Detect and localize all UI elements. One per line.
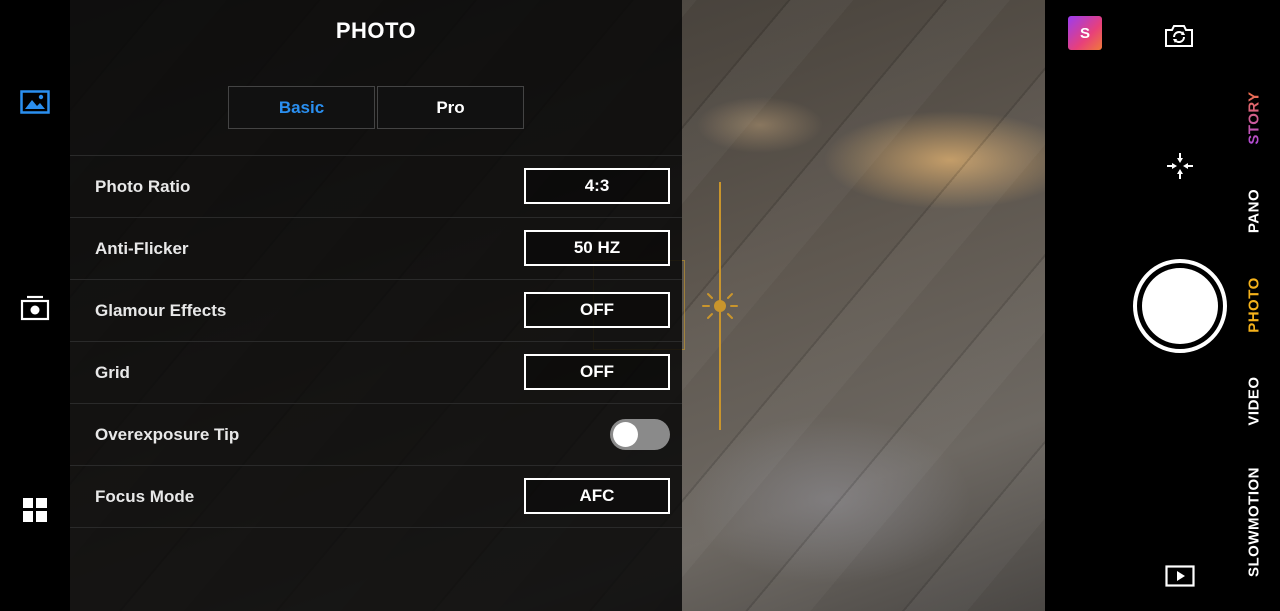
- grid-menu-icon[interactable]: [22, 497, 48, 523]
- flip-camera-icon[interactable]: [1163, 22, 1195, 50]
- photo-ratio-button[interactable]: 4:3: [524, 168, 670, 204]
- glamour-effects-button[interactable]: OFF: [524, 292, 670, 328]
- exposure-sun-icon[interactable]: [701, 287, 739, 325]
- grid-button[interactable]: OFF: [524, 354, 670, 390]
- video-playback-icon[interactable]: [1164, 562, 1196, 590]
- setting-label: Grid: [95, 363, 130, 382]
- setting-label: Focus Mode: [95, 487, 195, 506]
- setting-row-glamour-effects: Glamour Effects OFF: [70, 280, 682, 342]
- panel-title: PHOTO: [335, 18, 417, 43]
- gallery-icon[interactable]: [19, 88, 51, 116]
- switch-camera-icon[interactable]: [19, 294, 51, 322]
- setting-label: Anti-Flicker: [95, 239, 189, 258]
- settings-tabs: Basic Pro: [228, 86, 524, 129]
- mode-video[interactable]: VIDEO: [1246, 376, 1263, 425]
- toggle-knob: [613, 422, 638, 447]
- mode-story[interactable]: STORY: [1246, 91, 1263, 144]
- setting-row-focus-mode: Focus Mode AFC: [70, 466, 682, 528]
- shutter-button-inner: [1142, 268, 1218, 344]
- shutter-button[interactable]: [1133, 259, 1227, 353]
- setting-row-grid: Grid OFF: [70, 342, 682, 404]
- collapse-arrows-icon[interactable]: [1165, 151, 1195, 181]
- setting-label: Overexposure Tip: [95, 425, 240, 444]
- photo-settings-panel: PHOTO Basic Pro Photo Ratio 4:3 Anti-Fli…: [70, 0, 682, 611]
- anti-flicker-button[interactable]: 50 HZ: [524, 230, 670, 266]
- setting-row-photo-ratio: Photo Ratio 4:3: [70, 156, 682, 218]
- tab-pro[interactable]: Pro: [377, 86, 524, 129]
- setting-label: Photo Ratio: [95, 177, 191, 196]
- setting-row-anti-flicker: Anti-Flicker 50 HZ: [70, 218, 682, 280]
- focus-mode-button[interactable]: AFC: [524, 478, 670, 514]
- overexposure-tip-toggle[interactable]: [610, 419, 670, 450]
- settings-list: Photo Ratio 4:3 Anti-Flicker 50 HZ Glamo…: [70, 155, 682, 528]
- mode-slowmotion[interactable]: SLOWMOTION: [1246, 467, 1263, 577]
- mode-pano[interactable]: PANO: [1246, 189, 1263, 233]
- mode-photo[interactable]: PHOTO: [1246, 277, 1263, 333]
- left-rail: [0, 0, 70, 611]
- setting-label: Glamour Effects: [95, 301, 227, 320]
- setting-row-overexposure-tip: Overexposure Tip: [70, 404, 682, 466]
- tab-basic[interactable]: Basic: [228, 86, 375, 129]
- profile-avatar[interactable]: S: [1068, 16, 1102, 50]
